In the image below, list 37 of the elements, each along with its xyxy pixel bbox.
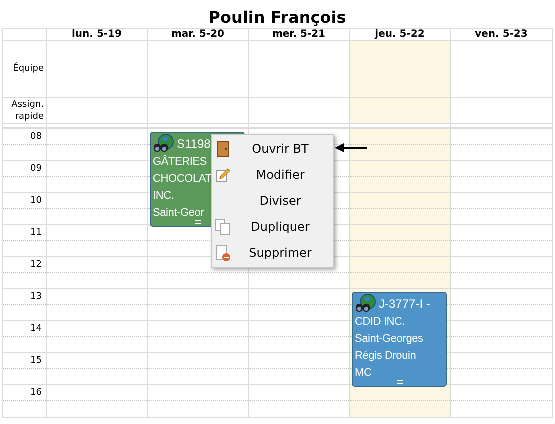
pencil-icon [216,168,230,182]
hour-label: 10 [30,194,42,206]
binoculars-globe-icon [355,294,377,314]
resize-handle-icon[interactable] [397,380,403,384]
appointment-text: CDID INC. [355,315,406,330]
appointment-text: S1198 [177,136,211,153]
hour-label: 14 [30,322,42,334]
appointment-text: CHOCOLAT [153,172,212,187]
schedule-title: Poulin François [208,8,346,28]
appointment-text: Saint-Geor [153,206,204,221]
appointment-text: J-3777-I - [379,296,430,313]
hour-label: 15 [30,354,42,366]
delete-page-icon [216,244,230,262]
hour-label: 16 [30,386,42,398]
door-icon [217,141,229,157]
resize-handle-icon[interactable] [195,220,201,224]
day-header: mar. 5-20 [172,28,224,40]
day-header: mer. 5-21 [272,28,326,40]
day-header: lun. 5-19 [72,28,122,40]
row-label: Équipe [13,63,44,75]
day-header: jeu. 5-22 [375,28,425,40]
appointment-text: MC [355,366,372,381]
hour-label: 08 [30,130,42,142]
hour-label: 11 [30,226,42,238]
copy-icon [215,219,231,235]
appointment-text: Régis Drouin [355,349,416,364]
day-header: ven. 5-23 [475,28,528,40]
appointment-text: Saint-Georges [355,332,424,347]
appointment-text: GÂTERIES [153,154,208,170]
pointer-arrow [335,143,367,153]
appointment-text: INC. [153,189,174,204]
hour-label: 12 [30,258,42,270]
hour-label: 09 [30,162,42,174]
row-label: Assign. rapide [10,98,44,122]
binoculars-globe-icon [153,134,175,154]
menu-item[interactable]: Supprimer [212,240,333,266]
hour-label: 13 [30,290,42,302]
